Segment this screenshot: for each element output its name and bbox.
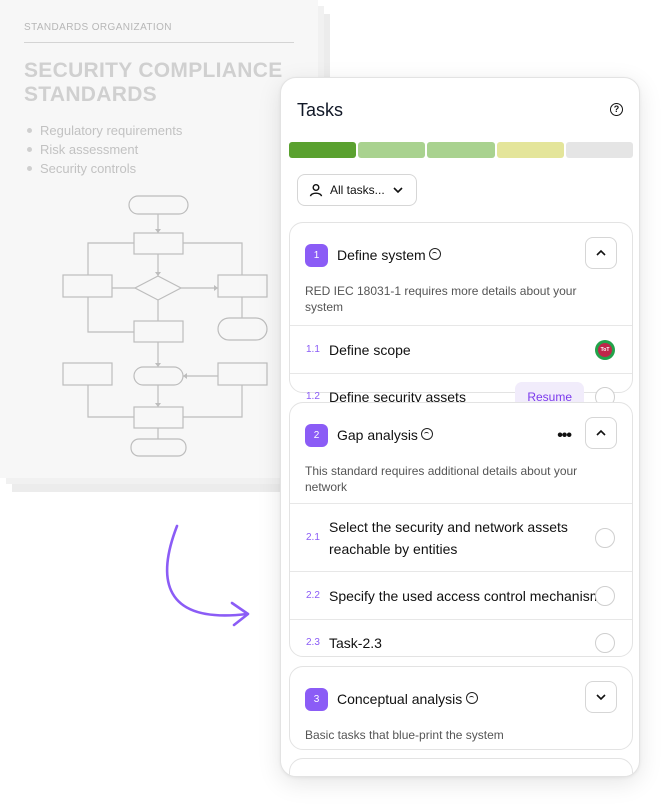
task-label-line: Select the security and network assets [329, 518, 568, 535]
section-title: Gap analysis [337, 427, 418, 443]
section-card-conceptual-analysis: 3 Conceptual analysis Basic tasks that b… [289, 666, 633, 750]
task-row[interactable]: 2.3 Task-2.3 [290, 619, 632, 665]
task-checkbox[interactable] [595, 632, 615, 653]
in-progress-icon [421, 428, 433, 440]
task-number: 2.1 [306, 532, 320, 543]
panel-title: Tasks [297, 100, 344, 120]
task-label: Specify the used access control mechanis… [329, 587, 609, 604]
more-options-icon[interactable]: ••• [557, 427, 572, 445]
task-row[interactable]: 2.1 Select the security and network asse… [290, 503, 632, 571]
filter-label: All tasks... [330, 183, 385, 197]
section-card-define-system: 1 Define system RED IEC 18031-1 requires… [289, 222, 633, 412]
task-number: 1.1 [306, 344, 320, 355]
curved-arrow-icon [165, 524, 250, 627]
section-title: Conceptual analysis [337, 691, 463, 707]
section-card-next [289, 758, 633, 776]
section-header[interactable]: 3 Conceptual analysis [290, 667, 632, 727]
task-label: Task-2.3 [329, 634, 382, 651]
progress-segment [289, 142, 357, 158]
task-label-line: reachable by entities [329, 540, 458, 557]
section-description: RED IEC 18031-1 requires more details ab… [305, 284, 577, 314]
section-description: This standard requires additional detail… [305, 464, 578, 494]
question-circle-icon[interactable]: ? [610, 103, 623, 116]
not-started-icon [466, 692, 478, 704]
assignee-avatar[interactable]: ToT [595, 339, 615, 360]
section-description: Basic tasks that blue-print the system [305, 728, 504, 742]
task-checkbox[interactable] [595, 585, 615, 606]
progress-bar [289, 142, 634, 158]
chevron-down-icon [596, 694, 606, 701]
task-number: 2.2 [306, 590, 320, 601]
expand-button[interactable] [585, 681, 617, 713]
task-checkbox[interactable] [595, 527, 615, 548]
section-number-badge: 3 [305, 688, 328, 711]
chevron-down-icon [393, 187, 403, 194]
section-title: Define system [337, 247, 426, 263]
section-header[interactable]: 2 Gap analysis ••• [290, 403, 632, 463]
progress-segment [427, 142, 495, 158]
avatar-initials: ToT [598, 342, 612, 357]
standards-document: STANDARDS ORGANIZATION SECURITY COMPLIAN… [0, 0, 318, 478]
chevron-up-icon [596, 429, 606, 436]
progress-segment [358, 142, 426, 158]
progress-segment [565, 142, 634, 158]
collapse-button[interactable] [585, 237, 617, 269]
user-icon [309, 184, 323, 197]
section-number-badge: 2 [305, 424, 328, 447]
progress-segment [496, 142, 564, 158]
task-number: 2.3 [306, 637, 320, 648]
task-row[interactable]: 1.1 Define scope ToT [290, 325, 632, 373]
task-row[interactable]: 2.2 Specify the used access control mech… [290, 571, 632, 619]
flowchart-diagram [62, 195, 268, 457]
in-progress-icon [429, 248, 441, 260]
task-label: Select the security and network assets r… [329, 516, 568, 560]
section-header[interactable]: 1 Define system [290, 223, 632, 283]
task-number: 1.2 [306, 391, 320, 402]
section-card-gap-analysis: 2 Gap analysis ••• This standard require… [289, 402, 633, 657]
task-label: Define scope [329, 341, 411, 358]
chevron-up-icon [596, 249, 606, 256]
section-number-badge: 1 [305, 244, 328, 267]
filter-dropdown[interactable]: All tasks... [297, 174, 417, 206]
collapse-button[interactable] [585, 417, 617, 449]
tasks-panel: Tasks ? All tasks... 1 Define system RED… [280, 77, 640, 777]
